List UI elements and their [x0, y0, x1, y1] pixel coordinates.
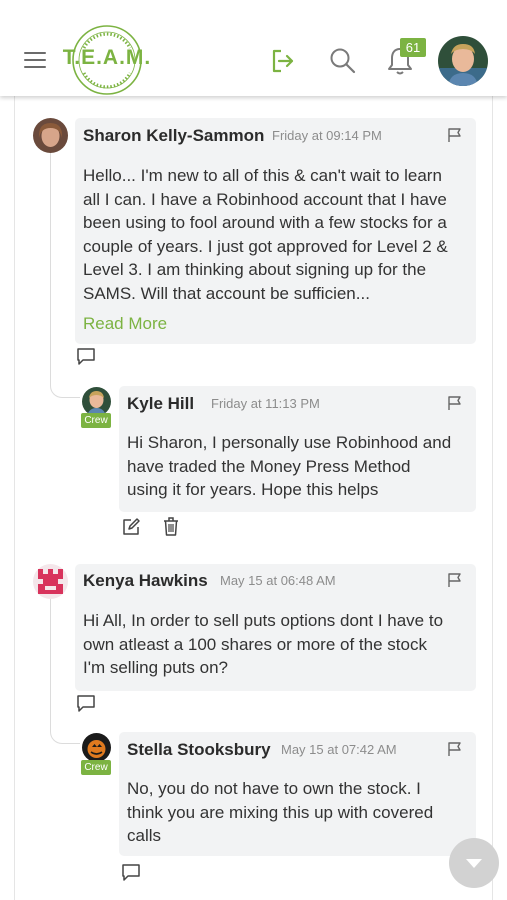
reply-comment-icon[interactable] [76, 347, 96, 366]
thread-connector [50, 714, 80, 744]
comment-line: Hi All, In order to sell puts options do… [83, 611, 444, 630]
avatar-stella[interactable] [82, 733, 111, 762]
comment-bubble: Kenya Hawkins May 15 at 06:48 AM Hi All,… [75, 564, 476, 691]
thread-connector [50, 599, 51, 729]
comments-feed: Sharon Kelly-Sammon Friday at 09:14 PM H… [0, 96, 507, 900]
logout-arrow-icon[interactable] [270, 48, 296, 74]
reply-comment-icon[interactable] [121, 863, 141, 882]
feed-left-border [14, 96, 15, 900]
team-logo[interactable]: T.E.A.M. [60, 24, 154, 96]
chevron-down-icon [466, 859, 482, 868]
flag-icon[interactable] [447, 127, 463, 143]
top-bar: T.E.A.M. 61 [0, 0, 507, 96]
reply-timestamp: Friday at 11:13 PM [211, 396, 320, 411]
edit-icon[interactable] [121, 517, 141, 537]
comment-timestamp: Friday at 09:14 PM [272, 128, 382, 143]
avatar-sharon[interactable] [33, 118, 68, 153]
comment-bubble: Sharon Kelly-Sammon Friday at 09:14 PM H… [75, 118, 476, 344]
comment-author[interactable]: Sharon Kelly-Sammon [83, 126, 264, 146]
read-more-link[interactable]: Read More [83, 314, 167, 334]
comment-body: Hi All, In order to sell puts options do… [83, 609, 471, 680]
reply-line: using it for years. Hope this helps [127, 480, 379, 499]
flag-icon[interactable] [447, 395, 463, 411]
reply-line: Hi Sharon, I personally use Robinhood an… [127, 433, 452, 452]
reply-line: No, you do not have to own the stock. I [127, 779, 421, 798]
reply-author[interactable]: Stella Stooksbury [127, 740, 271, 760]
crew-badge: Crew [81, 413, 111, 428]
comment-line: own atleast a 100 shares or more of the … [83, 634, 427, 654]
comment-line: Level 3. I am thinking about signing up … [83, 260, 427, 279]
logo-text: T.E.A.M. [62, 46, 152, 69]
flag-icon[interactable] [447, 572, 463, 588]
reply-line: calls [127, 826, 162, 845]
thread-connector [50, 368, 80, 398]
delete-trash-icon[interactable] [162, 516, 180, 537]
comment-timestamp: May 15 at 06:48 AM [220, 573, 336, 588]
flag-icon[interactable] [447, 741, 463, 757]
feed-right-border [492, 96, 493, 900]
reply-body: No, you do not have to own the stock. I … [127, 777, 472, 848]
reply-body: Hi Sharon, I personally use Robinhood an… [127, 431, 472, 502]
comment-body: Hello... I'm new to all of this & can't … [83, 164, 471, 305]
avatar-kenya[interactable] [33, 564, 68, 599]
crew-badge: Crew [81, 760, 111, 775]
comment-author[interactable]: Kenya Hawkins [83, 571, 208, 591]
reply-line: have traded the Money Press Method [127, 456, 411, 476]
thread-connector [50, 153, 51, 383]
scroll-down-button[interactable] [449, 838, 499, 888]
user-avatar[interactable] [438, 36, 488, 86]
comment-line: been using to fool around with a few sto… [83, 213, 447, 232]
hamburger-menu-icon[interactable] [24, 52, 46, 68]
reply-comment-icon[interactable] [76, 694, 96, 713]
comment-line: I'm selling puts on? [83, 658, 228, 677]
reply-timestamp: May 15 at 07:42 AM [281, 742, 397, 757]
search-icon[interactable] [329, 47, 356, 75]
notification-count-badge: 61 [400, 38, 426, 57]
comment-line: Hello... I'm new to all of this & can't … [83, 166, 442, 185]
comment-line: couple of years. I just got approved for… [83, 236, 448, 256]
reply-bubble: Stella Stooksbury May 15 at 07:42 AM No,… [119, 732, 476, 856]
comment-line: all I can. I have a Robinhood account th… [83, 189, 447, 209]
avatar-kyle[interactable] [82, 387, 111, 416]
reply-line: think you are mixing this up with covere… [127, 802, 434, 822]
reply-author[interactable]: Kyle Hill [127, 394, 194, 414]
reply-bubble: Kyle Hill Friday at 11:13 PM Hi Sharon, … [119, 386, 476, 512]
comment-line: SAMS. Will that account be sufficien... [83, 283, 370, 303]
